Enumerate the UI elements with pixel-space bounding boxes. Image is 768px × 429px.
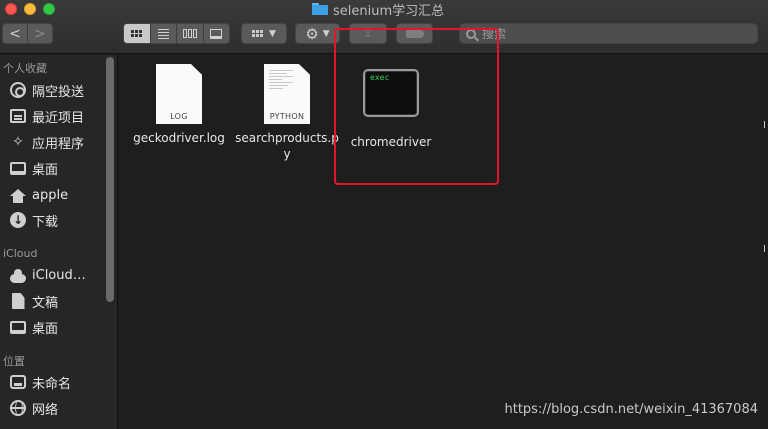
list-icon: [157, 28, 169, 39]
icon-view-button[interactable]: [124, 24, 150, 43]
folder-icon: [312, 3, 328, 15]
sidebar-item-applications[interactable]: ✧ 应用程序: [9, 131, 84, 153]
window-toolbar: selenium学习汇总 < > ▼ ⚙ ▼ ⇪: [0, 0, 768, 54]
sidebar-scrollbar[interactable]: [106, 57, 114, 302]
exec-label: exec: [370, 73, 390, 82]
window-title: selenium学习汇总: [312, 1, 445, 19]
group-grid-icon: [252, 30, 264, 37]
recent-icon: [10, 109, 26, 123]
sidebar-item-label: 文稿: [32, 295, 59, 311]
grid-icon: [131, 30, 143, 37]
watermark: https://blog.csdn.net/weixin_41367084: [504, 402, 758, 417]
sidebar-item-label: 网络: [32, 402, 59, 418]
chevron-down-icon: ▼: [322, 28, 330, 39]
back-button[interactable]: <: [3, 24, 27, 43]
sidebar-item-label: 最近项目: [32, 110, 85, 126]
minimize-window-button[interactable]: [24, 3, 36, 15]
tag-icon: [405, 29, 424, 38]
sidebar-item-label: apple: [32, 187, 69, 203]
sidebar-item-icloud-drive[interactable]: iCloud…: [9, 264, 86, 286]
file-name: geckodriver.log: [133, 131, 225, 145]
columns-icon: [182, 29, 197, 38]
file-type-label: PYTHON: [269, 112, 305, 121]
globe-icon: [10, 400, 26, 416]
document-icon: [11, 293, 25, 309]
file-name-line-2: y: [283, 147, 291, 161]
zoom-window-button[interactable]: [43, 3, 55, 15]
right-edge-mark: I: [763, 120, 766, 131]
sidebar-item-recents[interactable]: 最近项目: [9, 105, 84, 127]
sidebar-item-airdrop[interactable]: 隔空投送: [9, 79, 84, 101]
sidebar-item-icloud-desktop[interactable]: 桌面: [9, 316, 58, 338]
sidebar-item-network[interactable]: 网络: [9, 397, 58, 419]
sidebar-item-label: 桌面: [32, 162, 59, 178]
log-file-icon: LOG: [156, 64, 202, 124]
action-menu-button[interactable]: ⚙ ▼: [295, 23, 340, 44]
sidebar-item-home[interactable]: apple: [9, 184, 68, 206]
close-window-button[interactable]: [5, 3, 17, 15]
file-name: chromedriver: [350, 135, 432, 149]
file-browser-pane[interactable]: LOG geckodriver.log PYTHON searchproduct…: [119, 28, 768, 429]
download-icon: ↓: [10, 212, 26, 228]
sidebar-section-icloud: iCloud: [3, 247, 38, 260]
search-input[interactable]: [482, 26, 682, 41]
chevron-down-icon: ▼: [269, 28, 276, 39]
sidebar-item-untitled-disk[interactable]: 未命名: [9, 371, 71, 393]
sidebar-item-label: 应用程序: [32, 136, 85, 152]
gear-icon: ⚙: [305, 24, 319, 43]
desktop-icon: [10, 320, 26, 334]
terminal-executable-icon: exec: [363, 69, 419, 117]
share-button[interactable]: ⇪: [349, 23, 387, 44]
home-icon: [10, 188, 26, 203]
tags-button[interactable]: [396, 23, 433, 44]
right-edge-mark: I: [763, 244, 766, 255]
sidebar-section-locations: 位置: [3, 355, 25, 368]
file-item-chromedriver[interactable]: exec chromedriver: [347, 69, 435, 150]
file-name-line-1: searchproducts.p: [235, 131, 339, 145]
gallery-view-button[interactable]: [202, 24, 230, 43]
window-title-text: selenium学习汇总: [333, 3, 445, 19]
list-view-button[interactable]: [149, 24, 177, 43]
file-name: searchproducts.p y: [235, 130, 339, 162]
sidebar-item-label: 下载: [32, 214, 59, 230]
sidebar-item-label: 未命名: [32, 376, 72, 392]
group-by-button[interactable]: ▼: [241, 23, 287, 44]
share-icon: ⇪: [362, 26, 374, 41]
sidebar-section-favorites: 个人收藏: [3, 62, 47, 75]
view-mode-selector: [123, 23, 230, 44]
sidebar-item-label: 隔空投送: [32, 84, 85, 100]
search-field[interactable]: [459, 23, 758, 44]
desktop-icon: [10, 161, 26, 175]
disk-icon: [10, 375, 26, 389]
python-file-icon: PYTHON: [264, 64, 310, 124]
sidebar: 个人收藏 隔空投送 最近项目 ✧ 应用程序 桌面 apple ↓ 下载 iClo…: [0, 55, 118, 429]
sidebar-item-documents[interactable]: 文稿: [9, 290, 58, 312]
sidebar-item-downloads[interactable]: ↓ 下载: [9, 209, 58, 231]
column-view-button[interactable]: [176, 24, 203, 43]
navigation-buttons: < >: [2, 23, 53, 44]
search-icon: [466, 28, 476, 39]
sidebar-item-label: 桌面: [32, 321, 59, 337]
file-item-searchproducts-py[interactable]: PYTHON searchproducts.p y: [235, 64, 339, 162]
file-item-geckodriver-log[interactable]: LOG geckodriver.log: [133, 64, 225, 146]
sidebar-item-label: iCloud…: [32, 267, 86, 283]
cloud-icon: [10, 268, 26, 283]
gallery-icon: [210, 28, 223, 39]
file-type-label: LOG: [170, 112, 188, 121]
applications-icon: ✧: [12, 134, 24, 150]
airdrop-icon: [10, 82, 26, 98]
forward-button[interactable]: >: [27, 24, 52, 43]
sidebar-item-desktop[interactable]: 桌面: [9, 157, 58, 179]
